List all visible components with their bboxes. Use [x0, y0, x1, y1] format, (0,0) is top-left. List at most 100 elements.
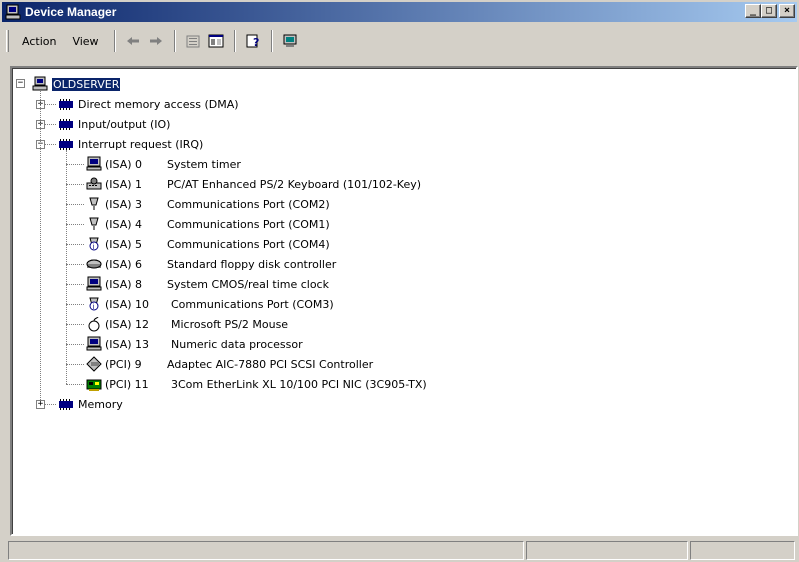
computer-icon	[5, 4, 21, 20]
expand-toggle[interactable]: +	[36, 400, 45, 409]
menu-view-label: View	[72, 34, 99, 48]
irq-device-name: Numeric data processor	[171, 337, 303, 351]
irq-device-name: Communications Port (COM4)	[167, 237, 330, 251]
computer-icon	[283, 34, 297, 47]
status-pane-2	[526, 541, 688, 560]
maximize-button[interactable]: □	[761, 4, 777, 18]
properties-button[interactable]	[182, 30, 205, 52]
system-device-icon	[86, 276, 102, 291]
collapse-toggle[interactable]: −	[16, 79, 25, 88]
irq-device-name: Microsoft PS/2 Mouse	[171, 317, 289, 331]
forward-button[interactable]	[145, 30, 168, 52]
irq-device-name: System timer	[167, 157, 241, 171]
back-arrow-icon	[127, 37, 140, 45]
irq-device-name: Communications Port (COM1)	[167, 217, 330, 231]
status-pane-main	[8, 541, 524, 560]
irq-device-name: System CMOS/real time clock	[167, 277, 329, 291]
back-button[interactable]	[122, 30, 145, 52]
device-tree-pane[interactable]: − OLDSERVER + Direct memory access (DMA) + In…	[10, 66, 798, 536]
port-warning-icon: i	[89, 237, 99, 251]
window-title: Device Manager	[25, 5, 117, 19]
svg-text:i: i	[93, 303, 95, 311]
tree-connector	[66, 344, 84, 345]
network-adapter-icon	[86, 379, 102, 391]
scan-hardware-button[interactable]	[279, 30, 302, 52]
scsi-controller-icon	[86, 356, 102, 372]
irq-bus-label: (ISA) 12	[105, 317, 150, 331]
toolbar-separator	[233, 30, 236, 52]
irq-bus-label: (ISA) 13	[105, 337, 150, 351]
irq-list-item[interactable]: i (ISA) 5 Communications Port (COM4)	[86, 234, 330, 254]
irq-bus-label: (PCI) 11	[105, 377, 149, 391]
category-label: Direct memory access (DMA)	[78, 97, 239, 111]
irq-list-item[interactable]: (ISA) 8 System CMOS/real time clock	[86, 274, 329, 294]
computer-name-label: OLDSERVER	[50, 76, 122, 92]
toolbar-separator	[173, 30, 176, 52]
tree-connector	[66, 284, 84, 285]
irq-bus-label: (PCI) 9	[105, 357, 142, 371]
irq-bus-label: (ISA) 5	[105, 237, 143, 251]
menu-action[interactable]: Action	[15, 32, 63, 51]
irq-bus-label: (ISA) 1	[105, 177, 143, 191]
irq-list-item[interactable]: (ISA) 3 Communications Port (COM2)	[86, 194, 330, 214]
irq-device-name: Standard floppy disk controller	[167, 257, 337, 271]
help-icon: ?	[246, 34, 259, 49]
irq-list-item[interactable]: (ISA) 0 System timer	[86, 154, 241, 174]
status-bar	[8, 541, 799, 562]
irq-device-name: 3Com EtherLink XL 10/100 PCI NIC (3C905-…	[171, 377, 427, 391]
help-button[interactable]: ?	[242, 30, 265, 52]
irq-list-item[interactable]: (ISA) 13 Numeric data processor	[86, 334, 303, 354]
svg-text:?: ?	[253, 36, 259, 49]
irq-list-item[interactable]: (ISA) 12 Microsoft PS/2 Mouse	[86, 314, 288, 334]
toolbar-separator	[113, 30, 116, 52]
title-bar[interactable]: Device Manager _ □ ×	[2, 2, 797, 22]
port-icon	[89, 197, 99, 210]
tree-root-node[interactable]: OLDSERVER	[32, 74, 122, 94]
irq-bus-label: (ISA) 4	[105, 217, 143, 231]
irq-bus-label: (ISA) 6	[105, 257, 143, 271]
minimize-icon: _	[749, 5, 757, 16]
irq-bus-label: (ISA) 10	[105, 297, 150, 311]
show-hide-tree-button[interactable]	[205, 30, 228, 52]
irq-bus-label: (ISA) 3	[105, 197, 143, 211]
irq-bus-label: (ISA) 0	[105, 157, 143, 171]
close-button[interactable]: ×	[779, 4, 795, 18]
device-manager-window: Device Manager _ □ × Action View ? − OLD…	[0, 0, 799, 562]
irq-device-name: Adaptec AIC-7880 PCI SCSI Controller	[167, 357, 374, 371]
close-icon: ×	[783, 5, 791, 16]
toolbar: Action View ?	[2, 26, 797, 56]
tree-category-node[interactable]: Memory	[58, 394, 123, 414]
toolbar-grip[interactable]	[6, 30, 9, 52]
port-icon	[89, 217, 99, 230]
status-pane-3	[690, 541, 795, 560]
irq-device-name: Communications Port (COM3)	[171, 297, 334, 311]
irq-list-item[interactable]: (ISA) 1 PC/AT Enhanced PS/2 Keyboard (101…	[86, 174, 421, 194]
maximize-icon: □	[765, 5, 773, 16]
resource-icon	[59, 99, 73, 110]
menu-view[interactable]: View	[65, 32, 105, 51]
tree-connector	[40, 90, 41, 400]
svg-text:i: i	[93, 243, 95, 251]
port-warning-icon: i	[89, 297, 99, 311]
minimize-button[interactable]: _	[745, 4, 761, 18]
show-hide-console-tree-icon	[208, 34, 224, 48]
keyboard-icon	[86, 177, 102, 190]
irq-list-item[interactable]: (PCI) 11 3Com EtherLink XL 10/100 PCI NIC…	[86, 374, 427, 394]
tree-connector	[66, 264, 84, 265]
tree-connector	[66, 204, 84, 205]
irq-list-item[interactable]: (PCI) 9 Adaptec AIC-7880 PCI SCSI Control…	[86, 354, 373, 374]
irq-bus-label: (ISA) 8	[105, 277, 143, 291]
floppy-controller-icon	[86, 259, 102, 269]
irq-list-item[interactable]: (ISA) 4 Communications Port (COM1)	[86, 214, 330, 234]
irq-list-item[interactable]: (ISA) 6 Standard floppy disk controller	[86, 254, 336, 274]
toolbar-separator	[270, 30, 273, 52]
tree-category-node[interactable]: Direct memory access (DMA)	[58, 94, 239, 114]
tree-connector	[66, 244, 84, 245]
irq-list-item[interactable]: i (ISA) 10 Communications Port (COM3)	[86, 294, 334, 314]
tree-category-node[interactable]: Input/output (IO)	[58, 114, 170, 134]
tree-connector	[66, 224, 84, 225]
irq-device-name: PC/AT Enhanced PS/2 Keyboard (101/102-Ke…	[167, 177, 422, 191]
tree-category-node[interactable]: Interrupt request (IRQ)	[58, 134, 203, 154]
tree-connector	[66, 384, 84, 385]
menu-action-label: Action	[22, 34, 57, 48]
